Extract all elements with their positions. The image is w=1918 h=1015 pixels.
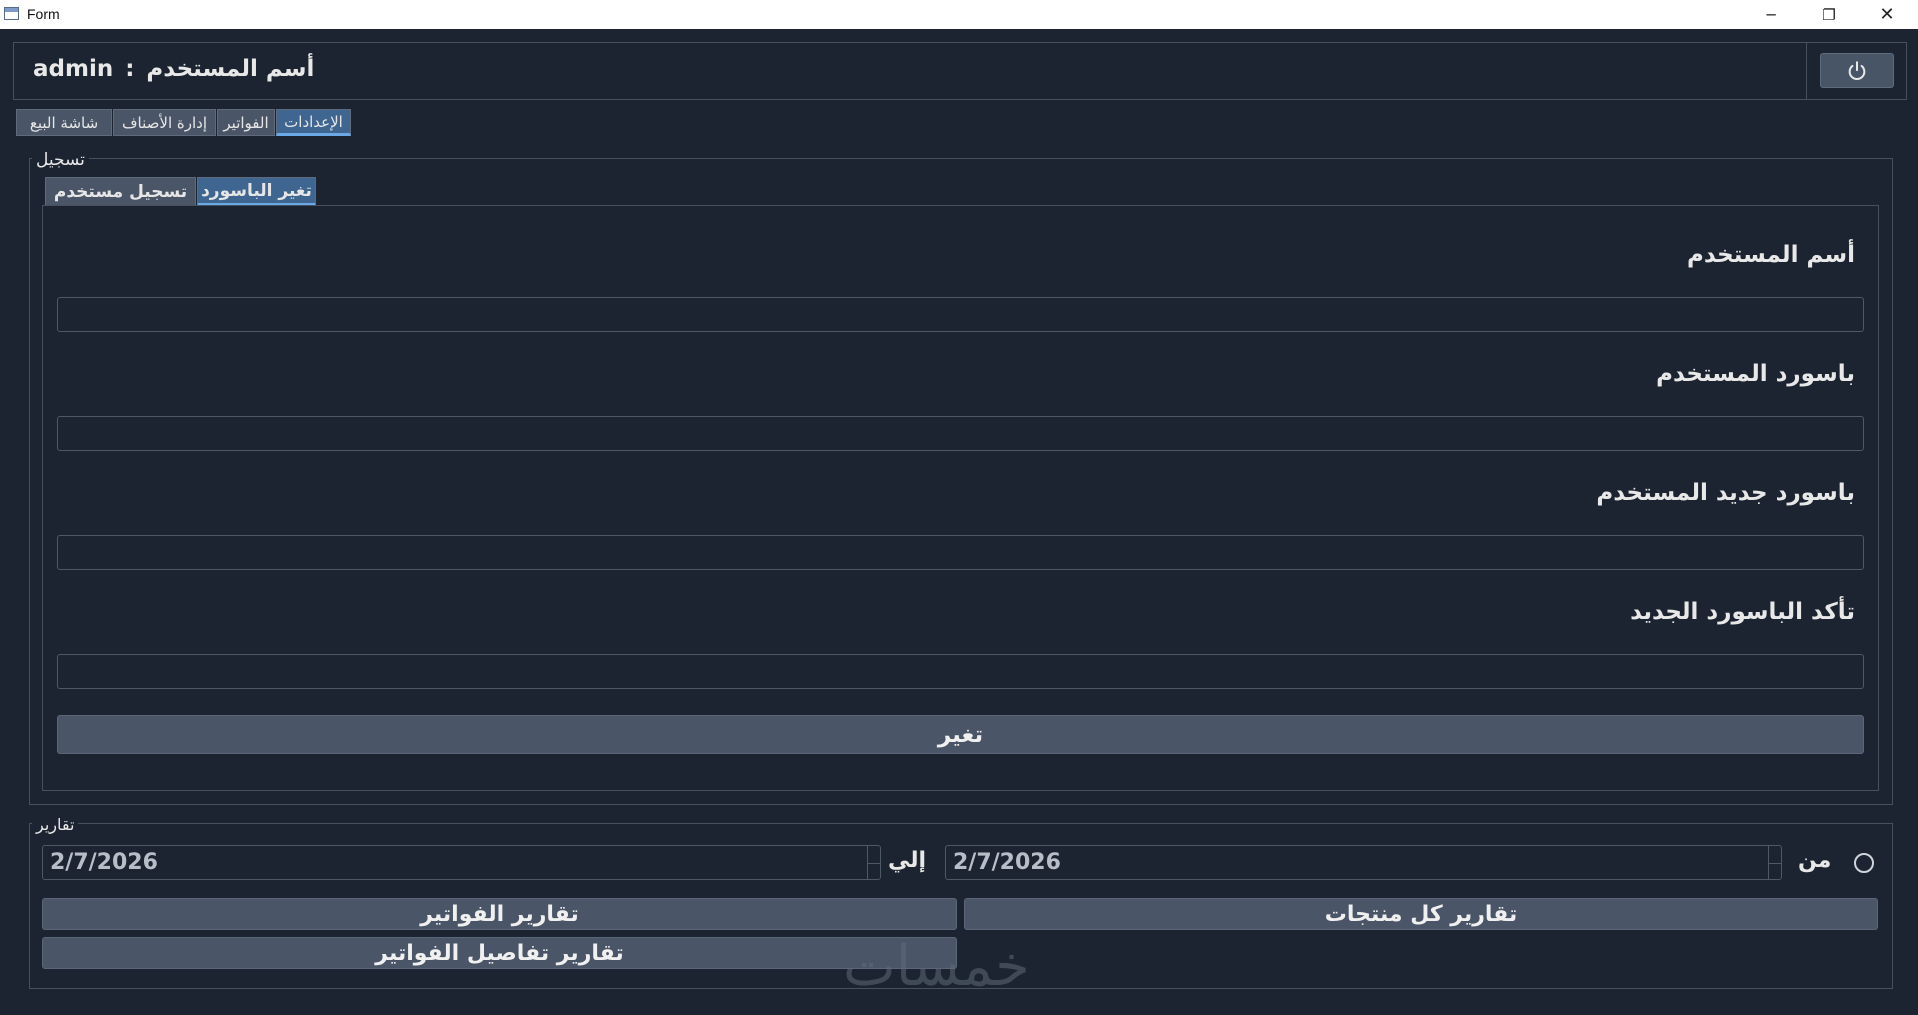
tab-change-password[interactable]: تغير الباسورد	[197, 177, 316, 206]
window-title: Form	[27, 6, 60, 22]
new-password-input[interactable]	[57, 535, 1864, 570]
invoice-details-report-button[interactable]: تقارير تفاصيل الفواتير	[42, 937, 957, 969]
from-label: من	[1798, 848, 1832, 873]
password-label: باسورد المستخدم	[1656, 361, 1855, 387]
username-input[interactable]	[57, 297, 1864, 332]
tab-register-user[interactable]: تسجيل مستخدم	[45, 177, 196, 206]
watermark-logo: خمسات	[843, 934, 1030, 999]
user-label-text: أسم المستخدم	[146, 56, 315, 82]
power-button[interactable]	[1820, 53, 1894, 88]
user-label-separator: :	[125, 56, 135, 82]
confirm-password-label: تأكد الباسورد الجديد	[1630, 599, 1855, 625]
registration-group-title: تسجيل	[32, 150, 89, 170]
tab-settings[interactable]: الإعدادات	[276, 109, 351, 136]
all-products-report-button[interactable]: تقارير كل منتجات	[964, 898, 1878, 930]
change-password-button[interactable]: تغير	[57, 715, 1864, 754]
tab-sales-screen[interactable]: شاشة البيع	[16, 109, 112, 136]
close-button[interactable]: ✕	[1858, 0, 1916, 29]
user-label: أسم المستخدم: admin	[33, 56, 314, 82]
reports-group-title: تقارير	[32, 815, 79, 834]
power-icon	[1848, 60, 1866, 80]
from-date-input[interactable]: 2/7/2026	[945, 845, 1782, 880]
tab-invoices[interactable]: الفواتير	[217, 109, 275, 136]
from-date-spinner[interactable]	[1768, 846, 1781, 879]
confirm-password-input[interactable]	[57, 654, 1864, 689]
to-date-spinner[interactable]	[867, 846, 880, 879]
maximize-button[interactable]: ❐	[1800, 0, 1858, 29]
minimize-button[interactable]: ─	[1742, 0, 1800, 29]
tab-items-management[interactable]: إدارة الأصناف	[113, 109, 216, 136]
window-title-bar: Form ─ ❐ ✕	[0, 0, 1918, 29]
username: admin	[33, 56, 114, 82]
to-date-input[interactable]: 2/7/2026	[42, 845, 881, 880]
password-input[interactable]	[57, 416, 1864, 451]
from-date-value: 2/7/2026	[953, 850, 1061, 875]
app-icon	[4, 7, 19, 20]
username-label: أسم المستخدم	[1687, 242, 1855, 268]
new-password-label: باسورد جديد المستخدم	[1596, 480, 1855, 506]
invoices-report-button[interactable]: تقارير الفواتير	[42, 898, 957, 930]
date-filter-radio[interactable]	[1854, 853, 1874, 873]
to-date-value: 2/7/2026	[50, 850, 158, 875]
to-label: إلي	[888, 848, 927, 873]
